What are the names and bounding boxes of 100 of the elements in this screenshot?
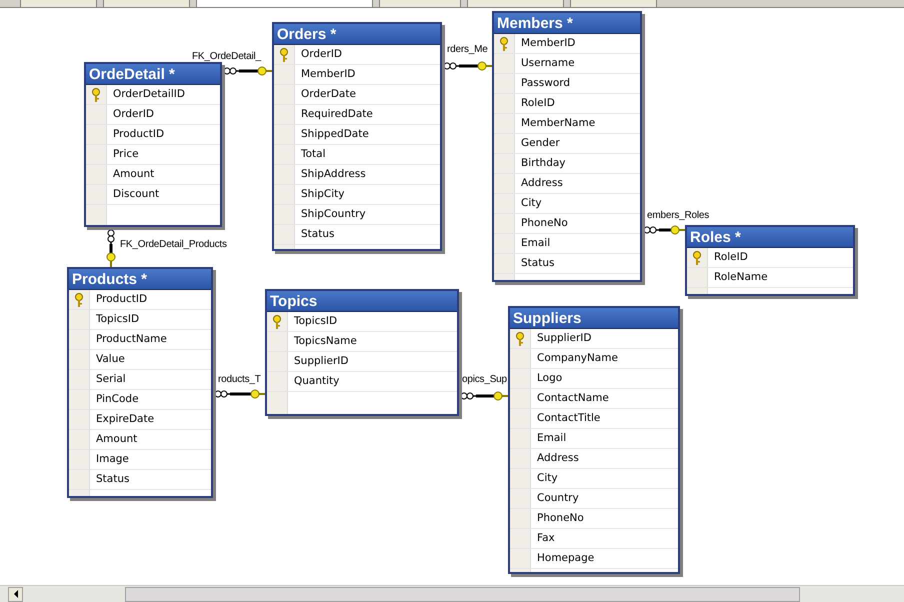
row-selector-cell[interactable]	[69, 330, 90, 349]
row-selector-cell[interactable]	[510, 509, 531, 528]
row-selector-cell[interactable]	[267, 352, 288, 371]
row-selector-cell[interactable]	[86, 125, 107, 144]
scroll-left-button[interactable]	[8, 586, 23, 602]
row-selector-cell[interactable]	[494, 54, 515, 73]
row-selector-cell[interactable]	[510, 469, 531, 488]
row-selector-cell[interactable]	[267, 332, 288, 351]
row-selector-cell[interactable]	[510, 369, 531, 388]
row-selector-cell[interactable]	[69, 470, 90, 489]
row-selector-cell[interactable]	[69, 290, 90, 309]
row-selector-cell[interactable]	[69, 390, 90, 409]
row-selector-cell[interactable]	[494, 74, 515, 93]
column-name: SupplierID	[293, 354, 348, 369]
row-selector-cell[interactable]	[267, 312, 288, 331]
row-selector-cell[interactable]	[274, 165, 295, 184]
row-selector-cell[interactable]	[69, 310, 90, 329]
document-tab[interactable]	[20, 0, 97, 8]
row-selector-cell[interactable]	[494, 154, 515, 173]
row-selector-cell[interactable]	[510, 349, 531, 368]
row-selector-cell[interactable]	[86, 165, 107, 184]
row-selector-cell[interactable]	[274, 185, 295, 204]
column-name: Amount	[95, 432, 138, 447]
row-selector-cell[interactable]	[86, 105, 107, 124]
row-selector-cell[interactable]	[86, 205, 107, 225]
table-box[interactable]: OrdeDetail * OrderDetailID OrderID ProductID Price Amount Discount	[84, 62, 222, 227]
row-selector-cell[interactable]	[274, 205, 295, 224]
row-selector-cell[interactable]	[687, 288, 708, 294]
row-selector-cell[interactable]	[86, 145, 107, 164]
column-name: Username	[520, 56, 575, 71]
column-name: Serial	[95, 372, 126, 387]
table-box[interactable]: Orders * OrderID MemberID OrderDate RequiredDate ShippedDate Total ShipAddress ShipCity ShipCountry Status	[272, 22, 442, 251]
table-box[interactable]: Roles * RoleID RoleName	[685, 225, 855, 296]
document-tab[interactable]	[196, 0, 373, 8]
row-selector-cell[interactable]	[510, 529, 531, 548]
column-name: OrderID	[112, 107, 154, 122]
row-selector-cell[interactable]	[494, 234, 515, 253]
row-selector-cell[interactable]	[494, 194, 515, 213]
column-name: PhoneNo	[520, 216, 568, 231]
row-selector-cell[interactable]	[687, 268, 708, 287]
scrollbar-thumb[interactable]	[125, 586, 800, 602]
row-selector-cell[interactable]	[274, 85, 295, 104]
row-selector-cell[interactable]	[494, 214, 515, 233]
row-selector-cell[interactable]	[510, 569, 531, 572]
row-selector-cell[interactable]	[494, 134, 515, 153]
row-selector-cell[interactable]	[510, 489, 531, 508]
table-box[interactable]: Topics TopicsID TopicsName SupplierID Quantity	[265, 289, 459, 416]
table-box[interactable]: Products * ProductID TopicsID ProductName Value Serial PinCode ExpireDate Amount Image Status	[67, 267, 213, 498]
row-selector-cell[interactable]	[69, 430, 90, 449]
row-selector-cell[interactable]	[494, 174, 515, 193]
row-selector-cell[interactable]	[86, 185, 107, 204]
column-name: RoleID	[520, 96, 555, 111]
row-selector-cell[interactable]	[510, 429, 531, 448]
row-selector-cell[interactable]	[274, 45, 295, 64]
column-name: RoleName	[713, 270, 768, 285]
row-selector-cell[interactable]	[69, 370, 90, 389]
document-tab[interactable]	[467, 0, 564, 8]
key-icon	[692, 250, 702, 264]
table-box[interactable]: Members * MemberID Username Password RoleID MemberName Gender Birthday Address City PhoneNo Email Status	[492, 11, 642, 282]
document-tab[interactable]	[103, 0, 190, 8]
row-selector-cell[interactable]	[69, 350, 90, 369]
row-selector-cell[interactable]	[494, 254, 515, 273]
row-selector-cell[interactable]	[687, 248, 708, 267]
row-selector-cell[interactable]	[494, 274, 515, 280]
column-name: ContactName	[536, 391, 609, 406]
row-selector-cell[interactable]	[274, 65, 295, 84]
row-selector-cell[interactable]	[494, 94, 515, 113]
column-name: Birthday	[520, 156, 566, 171]
column-name: Country	[536, 491, 579, 506]
row-selector-cell[interactable]	[510, 549, 531, 568]
relationship-connector	[222, 66, 272, 76]
row-selector-cell[interactable]	[510, 409, 531, 428]
row-selector-cell[interactable]	[274, 105, 295, 124]
column-name: RequiredDate	[300, 107, 373, 122]
row-selector-cell[interactable]	[494, 34, 515, 53]
column-name: Status	[95, 472, 130, 487]
row-selector-cell[interactable]	[86, 85, 107, 104]
row-selector-cell[interactable]	[267, 372, 288, 391]
row-selector-cell[interactable]	[510, 389, 531, 408]
row-selector-cell[interactable]	[510, 329, 531, 348]
row-selector-cell[interactable]	[274, 225, 295, 244]
column-name: ProductName	[95, 332, 167, 347]
row-selector-cell[interactable]	[267, 392, 288, 414]
row-selector-cell[interactable]	[69, 490, 90, 496]
row-selector-cell[interactable]	[494, 114, 515, 133]
row-selector-cell[interactable]	[69, 410, 90, 429]
document-tab[interactable]	[379, 0, 461, 8]
table-box[interactable]: Suppliers SupplierID CompanyName Logo ContactName ContactTitle Email Address City Country PhoneNo Fax Homepage	[508, 306, 680, 574]
horizontal-scrollbar[interactable]	[0, 585, 904, 602]
row-selector-cell[interactable]	[274, 125, 295, 144]
document-tab[interactable]	[570, 0, 657, 8]
row-selector-cell[interactable]	[274, 145, 295, 164]
column-name: Logo	[536, 371, 562, 386]
column-name: ContactTitle	[536, 411, 600, 426]
row-selector-cell[interactable]	[510, 449, 531, 468]
column-name: ShipCountry	[300, 207, 366, 222]
column-name: Amount	[112, 167, 154, 182]
row-selector-cell[interactable]	[69, 450, 90, 469]
key-icon	[499, 36, 509, 50]
row-selector-cell[interactable]	[274, 245, 295, 249]
